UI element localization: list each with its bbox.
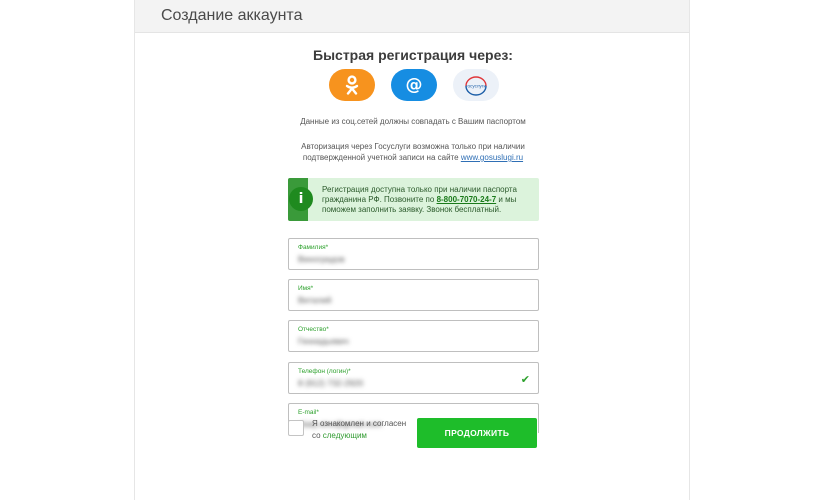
gosuslugi-button[interactable]: госуслуги xyxy=(453,69,499,101)
firstname-label: Имя* xyxy=(298,285,314,292)
registration-panel: Создание аккаунта Быстрая регистрация че… xyxy=(134,0,690,500)
odnoklassniki-button[interactable] xyxy=(329,69,375,101)
odnoklassniki-icon xyxy=(345,75,359,95)
phone-field[interactable]: Телефон (логин)* 8 (912) 732-2920 ✔ xyxy=(288,362,539,394)
at-icon: @ xyxy=(405,75,423,95)
patronymic-value: Геннадьевич xyxy=(298,336,349,346)
quick-signup-title: Быстрая регистрация через: xyxy=(313,47,513,63)
gosuslugi-link[interactable]: www.gosuslugi.ru xyxy=(461,153,523,162)
patronymic-field[interactable]: Отчество* Геннадьевич xyxy=(288,320,539,352)
checkmark-icon: ✔ xyxy=(520,373,530,386)
info-text: Регистрация доступна только при наличии … xyxy=(308,185,517,215)
agreement-checkbox[interactable] xyxy=(288,420,304,436)
agreement-line1: Я ознакомлен и согласен xyxy=(312,419,407,428)
lastname-value: Виноградов xyxy=(298,254,345,264)
gosuslugi-note-line1: Авторизация через Госуслуги возможна тол… xyxy=(301,142,525,151)
lastname-label: Фамилия* xyxy=(298,244,329,251)
phone-value: 8 (912) 732-2920 xyxy=(298,378,364,388)
info-line2-prefix: гражданина РФ. Позвоните по xyxy=(322,194,437,204)
gosuslugi-note-line2: подтвержденной учетной записи на сайте w… xyxy=(135,152,691,163)
page-title: Создание аккаунта xyxy=(161,7,303,24)
info-banner: i Регистрация доступна только при наличи… xyxy=(288,178,539,221)
phone-label: Телефон (логин)* xyxy=(298,368,351,375)
agreement-row: Я ознакомлен и согласен со следующим xyxy=(288,418,406,442)
patronymic-label: Отчество* xyxy=(298,326,329,333)
gosuslugi-note: Авторизация через Госуслуги возможна тол… xyxy=(135,141,691,163)
social-match-note: Данные из соц.сетей должны совпадать с В… xyxy=(300,117,526,126)
firstname-field[interactable]: Имя* Виталий xyxy=(288,279,539,311)
info-line1: Регистрация доступна только при наличии … xyxy=(322,184,517,194)
agreement-line2: со следующим xyxy=(312,430,406,442)
gosuslugi-logo: госуслуги xyxy=(465,76,487,96)
agreement-link[interactable]: следующим xyxy=(323,431,367,440)
gosuslugi-note-prefix: подтвержденной учетной записи на сайте xyxy=(302,153,461,162)
continue-button[interactable]: ПРОДОЛЖИТЬ xyxy=(417,418,537,448)
lastname-field[interactable]: Фамилия* Виноградов xyxy=(288,238,539,270)
mail-button[interactable]: @ xyxy=(391,69,437,101)
social-buttons: @ госуслуги xyxy=(329,69,499,101)
agreement-text: Я ознакомлен и согласен со следующим xyxy=(312,418,406,442)
svg-text:госуслуги: госуслуги xyxy=(466,84,487,89)
agreement-prefix: со xyxy=(312,431,323,440)
firstname-value: Виталий xyxy=(298,295,332,305)
email-label: E-mail* xyxy=(298,409,319,416)
info-line2-suffix: и мы xyxy=(496,194,517,204)
info-line3: поможем заполнить заявку. Звонок бесплат… xyxy=(322,204,502,214)
panel-header: Создание аккаунта xyxy=(135,0,689,33)
info-icon: i xyxy=(289,187,313,211)
info-line2: гражданина РФ. Позвоните по 8-800-7070-2… xyxy=(322,195,517,205)
info-strip: i xyxy=(288,178,313,221)
hotline-phone-link[interactable]: 8-800-7070-24-7 xyxy=(437,195,497,204)
